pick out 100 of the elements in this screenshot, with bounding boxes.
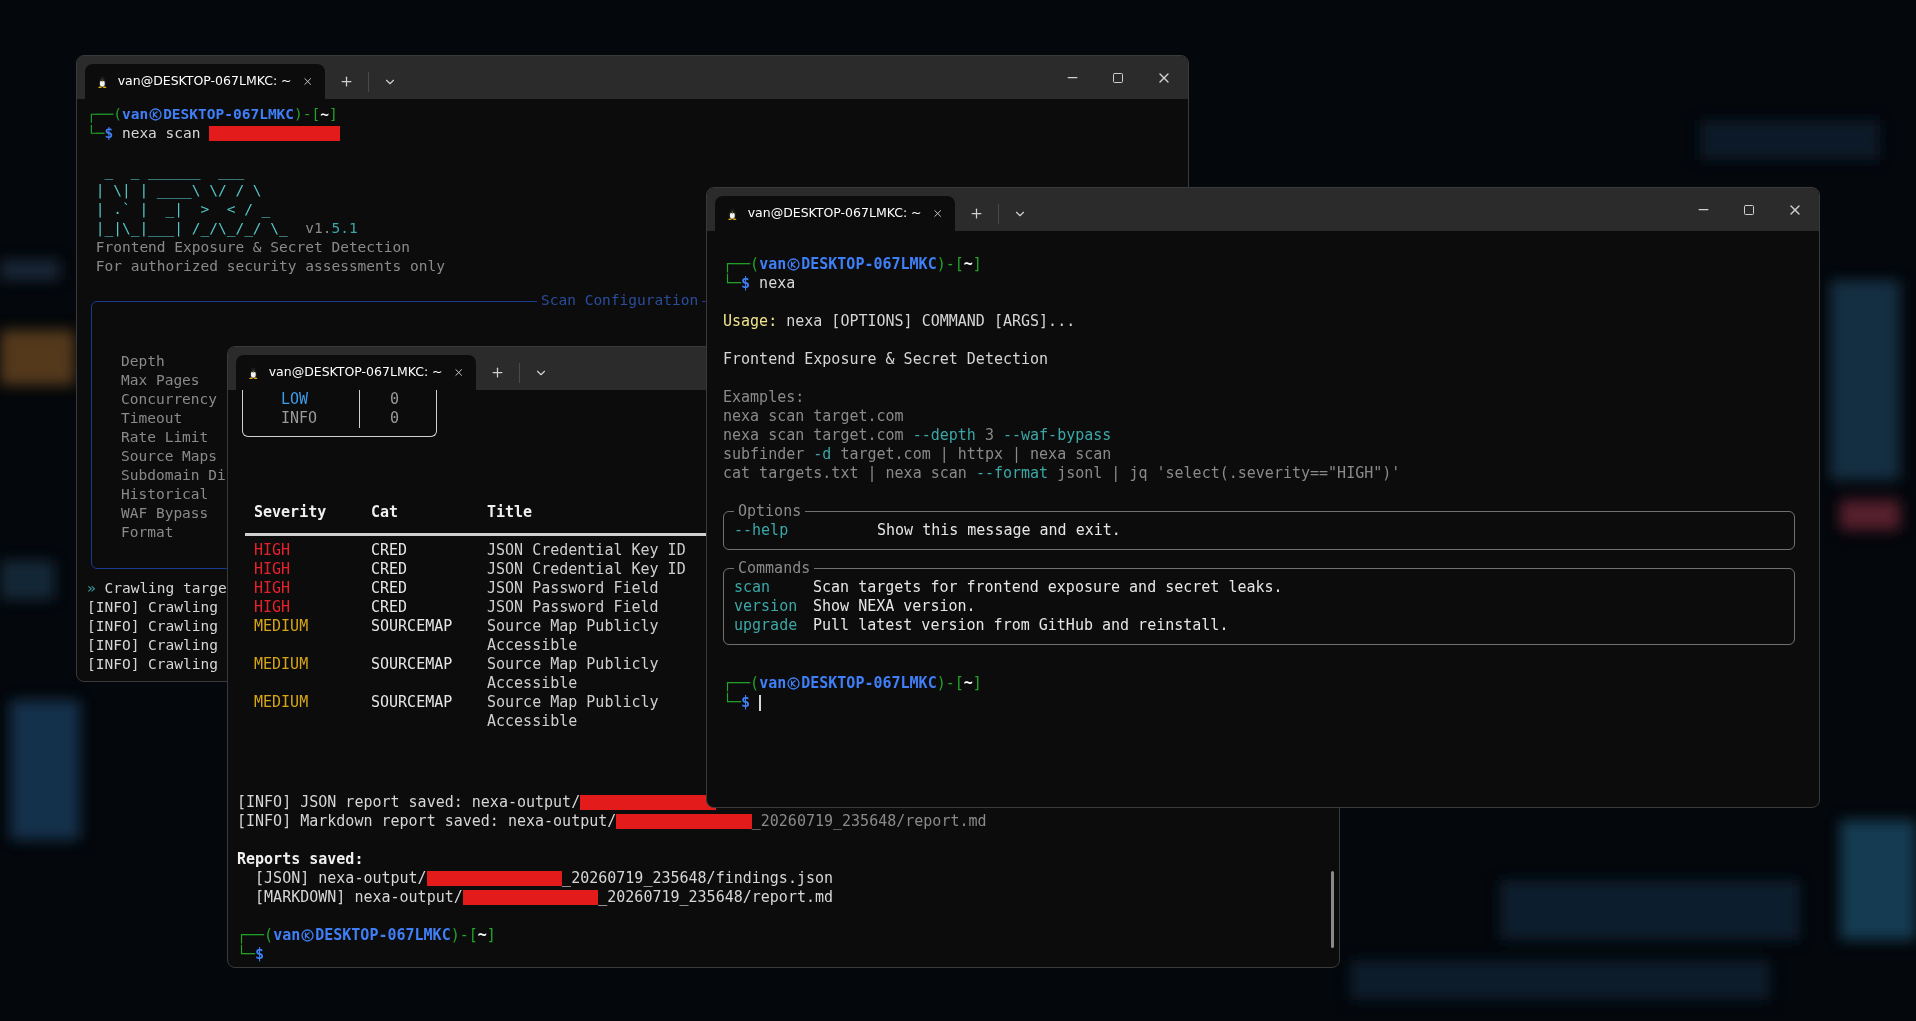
circled-symbol-icon xyxy=(787,677,801,690)
terminal-text: [MARKDOWN] nexa-output/ xyxy=(254,888,463,907)
table-cell: HIGH xyxy=(254,541,291,560)
panel-title: Options xyxy=(734,502,806,521)
config-label: Max Pages xyxy=(121,371,200,390)
plus-icon[interactable] xyxy=(969,206,984,221)
severity-label: INFO xyxy=(280,409,319,428)
terminal-text: ┌──(van xyxy=(237,926,301,945)
config-label: Timeout xyxy=(121,409,183,428)
terminal-text: [INFO] Crawling xyxy=(87,598,218,617)
config-label: Source Maps xyxy=(121,447,218,466)
terminal-text: [INFO] JSON report saved: nexa-output/ xyxy=(237,793,581,812)
table-cell: HIGH xyxy=(254,598,291,617)
severity-count: 0 xyxy=(359,409,436,428)
table-cell-text: Source Map Publicly Accessible xyxy=(487,655,660,693)
config-label: Historical xyxy=(121,485,209,504)
circled-symbol-icon xyxy=(787,258,801,271)
terminal-text: ┌──(van xyxy=(87,105,149,124)
table-cell: CRED xyxy=(371,541,408,560)
table-cell-text: MEDIUM xyxy=(254,655,309,675)
config-label: Concurrency xyxy=(121,390,218,409)
terminal-text: └─$ nexa xyxy=(723,274,796,293)
command-name: scan xyxy=(734,578,771,597)
table-cell-text: SOURCEMAP xyxy=(371,693,453,713)
column-header: Cat xyxy=(371,503,399,522)
config-label: Rate Limit xyxy=(121,428,209,447)
table-cell-text: JSON Password Field xyxy=(487,598,660,617)
terminal-text: DESKTOP-067LMKC)-[~] xyxy=(315,926,496,945)
terminal-text: nexa scan target.com xyxy=(723,407,904,426)
terminal-text: nexa scan target.com --depth 3 --waf-bypass xyxy=(723,426,1112,445)
terminal-text: Frontend Exposure & Secret Detection xyxy=(723,350,1049,369)
terminal-text: [INFO] Markdown report saved: nexa-output/ xyxy=(237,812,617,831)
table-cell-text: Source Map Publicly Accessible xyxy=(487,693,660,731)
command-description: Pull latest version from GitHub and reinstall. xyxy=(813,616,1229,635)
panel-title: Scan Configuration xyxy=(537,291,703,310)
command-name: version xyxy=(734,597,798,616)
terminal-text: » Crawling targe xyxy=(87,579,227,598)
terminal-text: |_|\_|___| /_/\_/_/ \_ v1.5.1 xyxy=(94,219,358,238)
terminal-text: | .` | _| > < / _ xyxy=(94,200,271,219)
maximize-icon[interactable] xyxy=(1743,203,1755,216)
terminal-text: For authorized security assessments only xyxy=(94,257,445,276)
table-cell-text: SOURCEMAP xyxy=(371,655,453,675)
maximize-icon[interactable] xyxy=(1112,71,1124,84)
command-description: Show NEXA version. xyxy=(813,597,976,616)
terminal-text: _20260719_235648/report.md xyxy=(598,888,834,907)
severity-label: LOW xyxy=(280,390,310,409)
column-header: Title xyxy=(487,503,533,522)
terminal-text: ┌──(van xyxy=(723,255,787,274)
terminal-text: [INFO] Crawling xyxy=(87,636,218,655)
terminal-text: [INFO] Crawling xyxy=(87,617,218,636)
terminal-tab[interactable]: van@DESKTOP-067LMKC: ~ xyxy=(85,64,325,99)
table-cell-text: JSON Password Field xyxy=(487,579,660,598)
command-name: upgrade xyxy=(734,616,798,635)
terminal-text: DESKTOP-067LMKC)-[~] xyxy=(163,105,338,124)
terminal-text: └─$ xyxy=(723,693,751,712)
terminal-text: subfinder -d target.com | httpx | nexa scan xyxy=(723,445,1112,464)
plus-icon[interactable] xyxy=(490,365,505,380)
terminal-text: └─$ xyxy=(237,945,265,964)
circled-symbol-icon xyxy=(301,929,315,942)
table-cell-text: JSON Credential Key ID xyxy=(487,560,687,579)
plus-icon[interactable] xyxy=(339,74,354,89)
config-label: WAF Bypass xyxy=(121,504,209,523)
table-cell-text: MEDIUM xyxy=(254,693,309,713)
table-cell-text: SOURCEMAP xyxy=(371,617,453,637)
terminal-text: └─$ nexa scan xyxy=(87,124,202,143)
terminal-text: Usage: nexa [OPTIONS] COMMAND [ARGS]... xyxy=(723,312,1076,331)
table-cell-text: JSON Credential Key ID xyxy=(487,541,687,560)
terminal-text: _20260719_235648/report.md xyxy=(751,812,987,831)
table-cell: HIGH xyxy=(254,579,291,598)
scrollbar-thumb[interactable] xyxy=(1331,871,1334,948)
terminal-text: | \| | ____\ \/ / \ xyxy=(94,181,262,200)
terminal-text: _20260719_235648/findings.json xyxy=(562,869,834,888)
terminal-text: _ _ ______ ___ xyxy=(103,162,245,181)
config-label: Format xyxy=(121,523,174,542)
table-cell-text: MEDIUM xyxy=(254,617,309,637)
terminal-tab[interactable]: van@DESKTOP-067LMKC: ~ xyxy=(715,196,955,231)
terminal-text: DESKTOP-067LMKC)-[~] xyxy=(801,674,982,693)
terminal-text: cat targets.txt | nexa scan --format jsonl | jq 'select(.severity=="HIGH")' xyxy=(723,464,1401,483)
table-cell: CRED xyxy=(371,579,408,598)
table-cell: CRED xyxy=(371,598,408,617)
config-label: Subdomain Di xyxy=(121,466,226,485)
terminal-text: Reports saved: xyxy=(237,850,364,869)
circled-symbol-icon xyxy=(149,108,163,121)
terminal-text: DESKTOP-067LMKC)-[~] xyxy=(801,255,982,274)
command-description: Scan targets for frontend exposure and secret leaks. xyxy=(813,578,1283,597)
terminal-tab[interactable]: van@DESKTOP-067LMKC: ~ xyxy=(236,355,476,390)
terminal-text: ┌──(van xyxy=(723,674,787,693)
table-cell: CRED xyxy=(371,560,408,579)
command-name: --help xyxy=(734,521,789,540)
terminal-text: Examples: xyxy=(723,388,805,407)
severity-count: 0 xyxy=(359,390,436,409)
config-label: Depth xyxy=(121,352,165,371)
table-cell-text: Source Map Publicly Accessible xyxy=(487,617,660,655)
table-cell: HIGH xyxy=(254,560,291,579)
terminal-text: Frontend Exposure & Secret Detection xyxy=(94,238,410,257)
terminal-text: [JSON] nexa-output/ xyxy=(254,869,427,888)
command-description: Show this message and exit. xyxy=(877,521,1121,540)
column-header: Severity xyxy=(254,503,327,522)
text-cursor xyxy=(759,694,761,711)
terminal-text: [INFO] Crawling xyxy=(87,655,218,674)
